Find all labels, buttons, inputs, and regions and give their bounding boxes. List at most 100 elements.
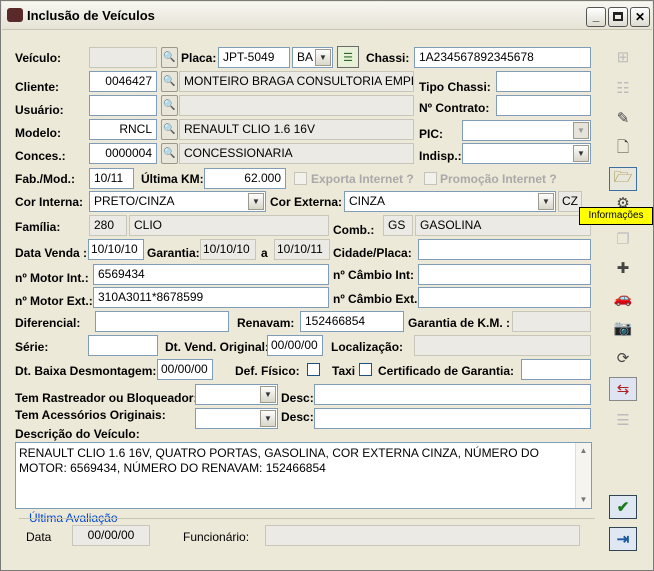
- conces-code-input[interactable]: 0000004: [89, 143, 157, 164]
- diferencial-input[interactable]: [95, 311, 229, 332]
- cor-interna-value: PRETO/CINZA: [94, 194, 175, 208]
- cliente-search-button[interactable]: 🔍: [161, 71, 178, 92]
- cor-externa-select[interactable]: CINZA ▼: [344, 191, 556, 212]
- refresh-icon: ⟳: [616, 350, 630, 367]
- tipo-chassi-label: Tipo Chassi:: [419, 80, 491, 94]
- motor-ext-label: nº Motor Ext.:: [15, 294, 93, 308]
- list-icon: ☷: [616, 80, 630, 97]
- list-icon: ☰: [343, 51, 353, 64]
- scroll-down-icon[interactable]: ▼: [576, 492, 591, 508]
- exporta-internet-checkbox[interactable]: [294, 172, 307, 185]
- funcionario-field: [265, 525, 580, 546]
- search-icon: 🔍: [163, 76, 176, 87]
- modelo-search-button[interactable]: 🔍: [161, 119, 178, 140]
- toolbar-transfer[interactable]: ⇆: [609, 377, 637, 401]
- rastreador-select[interactable]: ▼: [195, 384, 278, 405]
- promocao-internet-checkbox[interactable]: [424, 172, 437, 185]
- cambio-int-input[interactable]: [418, 264, 591, 285]
- contrato-input[interactable]: [496, 95, 591, 116]
- acessorios-label: Tem Acessórios Originais:: [15, 408, 166, 422]
- toolbar-list[interactable]: ☷: [609, 76, 637, 100]
- toolbar-refresh[interactable]: ⟳: [609, 346, 637, 370]
- save-button[interactable]: ✔: [609, 495, 637, 519]
- modelo-label: Modelo:: [15, 126, 61, 140]
- cidade-placa-label: Cidade/Placa:: [333, 246, 412, 260]
- toolbar-car[interactable]: 🚗: [609, 286, 637, 310]
- veiculo-search-button[interactable]: 🔍: [161, 47, 178, 68]
- placa-input[interactable]: JPT-5049: [218, 47, 290, 68]
- serie-label: Série:: [15, 340, 49, 354]
- toolbar-list-edit[interactable]: ☰: [609, 408, 637, 432]
- exit-button[interactable]: ⇥: [609, 527, 637, 551]
- renavam-label: Renavam:: [237, 316, 295, 330]
- chevron-down-icon: ▼: [538, 193, 554, 210]
- motor-ext-input[interactable]: 310A3011*8678599: [93, 287, 329, 308]
- cambio-ext-input[interactable]: [418, 287, 591, 308]
- indisp-label: Indisp.:: [419, 149, 462, 163]
- ultima-km-label: Última KM:: [141, 172, 204, 186]
- garantia-label: Garantia:: [147, 246, 200, 260]
- indisp-select[interactable]: ▼: [462, 143, 591, 164]
- cliente-code-input[interactable]: 0046427: [89, 71, 157, 92]
- familia-label: Família:: [15, 220, 61, 234]
- chassi-input[interactable]: 1A234567892345678: [414, 47, 591, 68]
- maximize-button[interactable]: [608, 7, 628, 27]
- camera-icon: 📷: [613, 320, 633, 337]
- chassi-options-button[interactable]: ☰: [337, 46, 359, 68]
- transfer-icon: ⇆: [616, 381, 630, 398]
- modelo-code-input[interactable]: RNCL: [89, 119, 157, 140]
- acessorios-desc-input[interactable]: [314, 408, 591, 429]
- toolbar-copy[interactable]: ❐: [609, 227, 637, 251]
- def-fisico-label: Def. Físico:: [235, 364, 300, 378]
- toolbar-document[interactable]: 🗋: [609, 137, 637, 161]
- certificado-input[interactable]: [521, 359, 591, 380]
- scroll-up-icon[interactable]: ▲: [576, 443, 591, 459]
- pic-select[interactable]: ▼: [462, 120, 591, 141]
- dt-vend-original-input[interactable]: 00/00/00: [267, 335, 323, 356]
- search-icon: 🔍: [163, 124, 176, 135]
- promocao-internet-label: Promoção Internet ?: [440, 172, 557, 186]
- pic-label: PIC:: [419, 127, 443, 141]
- cidade-placa-input[interactable]: [418, 239, 591, 260]
- garantia-end-field: 10/10/11: [274, 239, 330, 260]
- garantia-km-label: Garantia de K.M. :: [408, 316, 511, 330]
- toolbar-camera[interactable]: 📷: [609, 316, 637, 340]
- toolbar-edit[interactable]: ✎: [609, 106, 637, 130]
- usuario-code-input[interactable]: [89, 95, 157, 116]
- ultima-km-input[interactable]: 62.000: [204, 168, 286, 189]
- renavam-input[interactable]: 152466854: [300, 311, 404, 332]
- familia-name: CLIO: [129, 215, 329, 236]
- toolbar-add-record[interactable]: ⊞: [609, 45, 637, 69]
- taxi-checkbox[interactable]: [359, 363, 372, 376]
- car-icon: 🚗: [613, 290, 633, 307]
- close-button[interactable]: ✕: [630, 7, 650, 27]
- toolbar-info[interactable]: 🗁: [609, 167, 637, 191]
- def-fisico-checkbox[interactable]: [307, 363, 320, 376]
- motor-int-input[interactable]: 6569434: [93, 264, 329, 285]
- cor-interna-label: Cor Interna:: [15, 195, 84, 209]
- serie-input[interactable]: [88, 335, 158, 356]
- chevron-down-icon: ▼: [248, 193, 264, 210]
- toolbar-add[interactable]: ✚: [609, 256, 637, 280]
- descricao-scrollbar[interactable]: ▲ ▼: [575, 443, 591, 508]
- descricao-label: Descrição do Veículo:: [15, 427, 140, 441]
- dt-baixa-input[interactable]: 00/00/00: [157, 359, 213, 380]
- uf-value: BA: [297, 50, 314, 64]
- usuario-name-field: [179, 95, 414, 116]
- search-icon: 🔍: [163, 52, 176, 63]
- rastreador-desc-input[interactable]: [314, 384, 591, 405]
- usuario-label: Usuário:: [15, 103, 64, 117]
- uf-select[interactable]: BA ▼: [292, 47, 333, 68]
- descricao-textarea[interactable]: RENAULT CLIO 1.6 16V, QUATRO PORTAS, GAS…: [15, 442, 592, 509]
- minimize-button[interactable]: _: [586, 7, 606, 27]
- chassi-label: Chassi:: [366, 51, 410, 65]
- cliente-label: Cliente:: [15, 80, 60, 94]
- cor-interna-select[interactable]: PRETO/CINZA ▼: [89, 191, 266, 212]
- acessorios-select[interactable]: ▼: [195, 408, 278, 429]
- conces-search-button[interactable]: 🔍: [161, 143, 178, 164]
- app-icon: [7, 8, 23, 22]
- tipo-chassi-input[interactable]: [496, 71, 591, 92]
- fab-mod-input[interactable]: 10/11: [89, 168, 134, 189]
- usuario-search-button[interactable]: 🔍: [161, 95, 178, 116]
- data-venda-input[interactable]: 10/10/10: [88, 239, 144, 260]
